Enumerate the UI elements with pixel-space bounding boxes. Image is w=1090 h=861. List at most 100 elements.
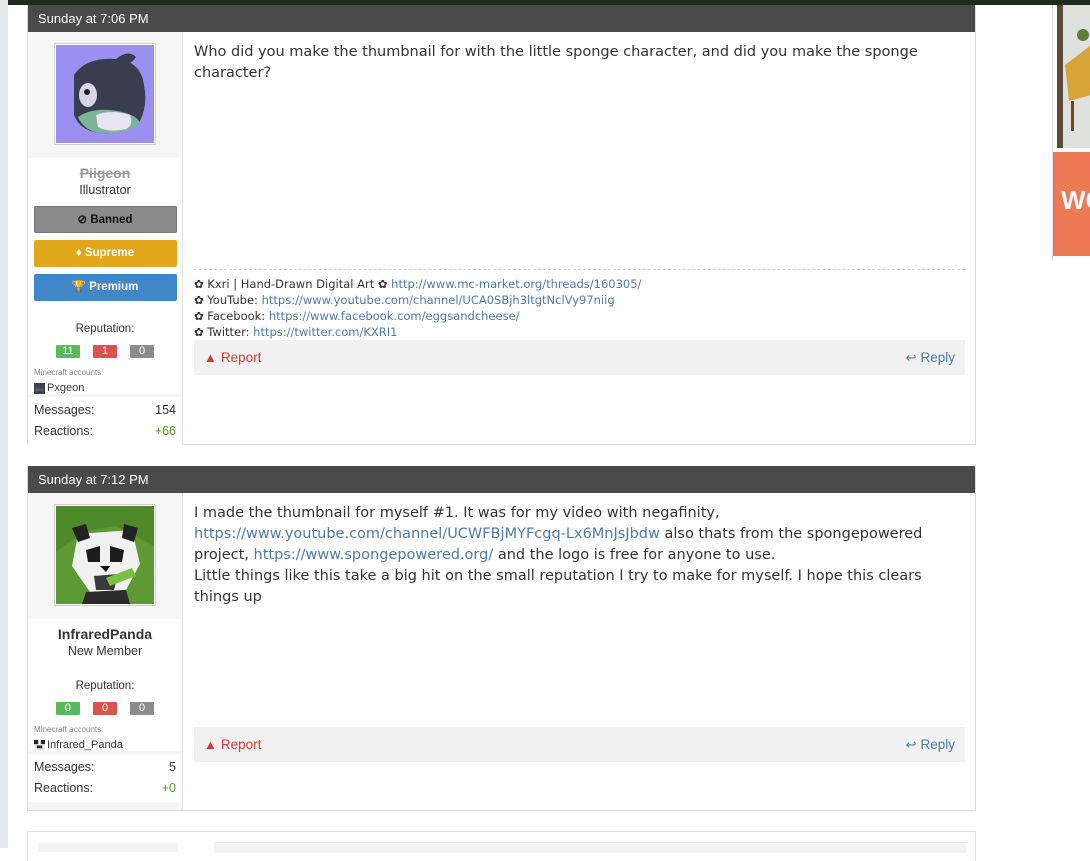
username[interactable]: InfraredPanda — [28, 626, 182, 642]
avatar-image — [56, 506, 154, 604]
post-header: Sunday at 7:12 PM — [28, 466, 975, 509]
message-text: and the logo is free for anyone to use. — [493, 547, 776, 563]
stat-value: 5 — [169, 760, 176, 774]
stat-value: +66 — [154, 424, 176, 438]
reply-button[interactable]: ↩ Reply — [906, 727, 955, 762]
rep-neutral: 0 — [130, 702, 155, 715]
diamond-icon: ♦ — [75, 247, 82, 259]
report-label: Report — [220, 737, 262, 752]
reputation-label: Reputation: — [75, 680, 135, 692]
spongepowered-link[interactable]: https://www.spongepowered.org/ — [254, 547, 494, 563]
youtube-link[interactable]: https://www.youtube.com/channel/UCWFBjMY… — [194, 526, 660, 542]
signature-text: ✿ YouTube: — [194, 293, 262, 307]
signature-link[interactable]: https://www.facebook.com/eggsandcheese/ — [269, 309, 520, 323]
reply-label: Reply — [920, 737, 955, 752]
signature-line: ✿ Kxri | Hand-Drawn Digital Art ✿ http:/… — [194, 276, 965, 292]
signature-line: ✿ Facebook: https://www.facebook.com/egg… — [194, 308, 965, 324]
stat-label: Reactions: — [34, 781, 94, 795]
stat-value: +0 — [161, 781, 176, 795]
minecraft-account[interactable]: Infrared_Panda — [28, 739, 182, 751]
rep-negative: 0 — [93, 702, 117, 715]
user-title: New Member — [67, 644, 143, 658]
reputation-counts: 0 0 0 — [28, 696, 182, 715]
rep-positive: 0 — [55, 702, 80, 715]
signature-line: ✿ Twitter: https://twitter.com/KXRI1 — [194, 324, 965, 340]
ban-icon: ⊘ — [77, 214, 88, 226]
signature-text: ✿ Twitter: — [194, 325, 254, 339]
post-content: Who did you make the thumbnail for with … — [194, 32, 965, 444]
username[interactable]: Piigeon — [28, 165, 182, 181]
minecraft-account[interactable]: Pxgeon — [28, 382, 182, 394]
minecraft-account-name: Infrared_Panda — [47, 739, 123, 751]
minecraft-head-icon — [34, 382, 45, 394]
stat-reactions: Reactions: +0 — [34, 778, 176, 799]
post-timestamp[interactable]: Sunday at 7:06 PM — [38, 11, 149, 26]
ad-banner: WO — [1053, 152, 1090, 256]
signature-link[interactable]: http://www.mc-market.org/threads/160305/ — [391, 277, 641, 291]
stat-reactions: Reactions: +66 — [34, 421, 176, 442]
post-actions: ▲ Report ↩ Reply — [194, 727, 965, 762]
signature-link[interactable]: https://twitter.com/KXRI1 — [253, 325, 397, 339]
avatar-image — [56, 45, 154, 143]
reply-icon: ↩ — [905, 737, 917, 752]
signature-line: ✿ YouTube: https://www.youtube.com/chann… — [194, 292, 965, 308]
post-timestamp[interactable]: Sunday at 7:12 PM — [38, 472, 149, 487]
reply-icon: ↩ — [905, 350, 917, 365]
supreme-badge-label: Supreme — [84, 247, 135, 259]
warning-icon: ▲ — [204, 350, 217, 365]
user-info-column: Piigeon Illustrator ⊘ Banned ♦ Supreme 🏆… — [28, 32, 183, 445]
signature-text: ✿ Kxri | Hand-Drawn Digital Art ✿ — [194, 277, 392, 291]
post-content: I made the thumbnail for myself #1. It w… — [194, 493, 965, 810]
trophy-icon: 🏆 — [71, 281, 86, 293]
minecraft-head-icon — [34, 739, 45, 751]
signature-link[interactable]: https://www.youtube.com/channel/UCA0SBjh… — [262, 293, 615, 307]
banned-badge-label: Banned — [90, 214, 133, 226]
stat-messages: Messages: 5 — [34, 757, 176, 778]
premium-badge: 🏆 Premium — [33, 274, 177, 301]
post-header: Sunday at 7:06 PM — [28, 5, 975, 32]
user-stats: Messages: 5 Reactions: +0 — [28, 754, 182, 802]
user-details: InfraredPanda New Member Reputation: 0 0… — [28, 619, 182, 751]
rep-negative: 1 — [93, 345, 117, 358]
premium-badge-label: Premium — [89, 281, 139, 293]
report-button[interactable]: ▲ Report — [204, 727, 261, 762]
side-advertisement[interactable]: WO — [1052, 5, 1090, 261]
stat-label: Messages: — [34, 403, 95, 417]
reputation-label: Reputation: — [75, 323, 135, 335]
stat-label: Reactions: — [34, 424, 94, 438]
ad-image — [1057, 5, 1090, 148]
reputation-counts: 11 1 0 — [28, 339, 182, 358]
report-label: Report — [220, 350, 262, 365]
message-body: I made the thumbnail for myself #1. It w… — [194, 493, 965, 608]
message-text: Little things like this take a big hit o… — [194, 568, 922, 605]
message-text: I made the thumbnail for myself #1. It w… — [194, 505, 720, 521]
minecraft-accounts-label: Minecraft accounts: — [34, 368, 104, 377]
signature: ✿ Kxri | Hand-Drawn Digital Art ✿ http:/… — [194, 269, 965, 340]
stat-messages: Messages: 154 — [34, 400, 176, 421]
message-body: Who did you make the thumbnail for with … — [194, 44, 918, 81]
ad-photo-graphic — [1057, 5, 1090, 148]
warning-icon: ▲ — [204, 737, 217, 752]
minecraft-account-name: Pxgeon — [47, 382, 85, 394]
banned-badge: ⊘ Banned — [33, 206, 177, 233]
avatar[interactable] — [54, 43, 156, 145]
left-gutter — [0, 0, 8, 848]
supreme-badge: ♦ Supreme — [33, 240, 177, 267]
avatar[interactable] — [54, 504, 156, 606]
post-actions: ▲ Report ↩ Reply — [194, 340, 965, 375]
stat-label: Messages: — [34, 760, 95, 774]
user-info-column: InfraredPanda New Member Reputation: 0 0… — [28, 493, 183, 810]
post-1: Sunday at 7:06 PM Piigeon Illustrator ⊘ … — [27, 5, 976, 445]
reply-button[interactable]: ↩ Reply — [906, 340, 955, 375]
signature-text: ✿ Facebook: — [194, 309, 269, 323]
user-title: Illustrator — [79, 183, 131, 197]
stat-value: 154 — [155, 403, 176, 417]
rep-positive: 11 — [55, 345, 80, 358]
next-post-partial — [27, 831, 976, 861]
minecraft-accounts-label: Minecraft accounts: — [34, 725, 104, 734]
user-details: Piigeon Illustrator ⊘ Banned ♦ Supreme 🏆… — [28, 158, 182, 394]
reply-label: Reply — [920, 350, 955, 365]
post-2: Sunday at 7:12 PM InfraredPanda New Memb… — [27, 466, 976, 811]
report-button[interactable]: ▲ Report — [204, 340, 261, 375]
rep-neutral: 0 — [130, 345, 155, 358]
